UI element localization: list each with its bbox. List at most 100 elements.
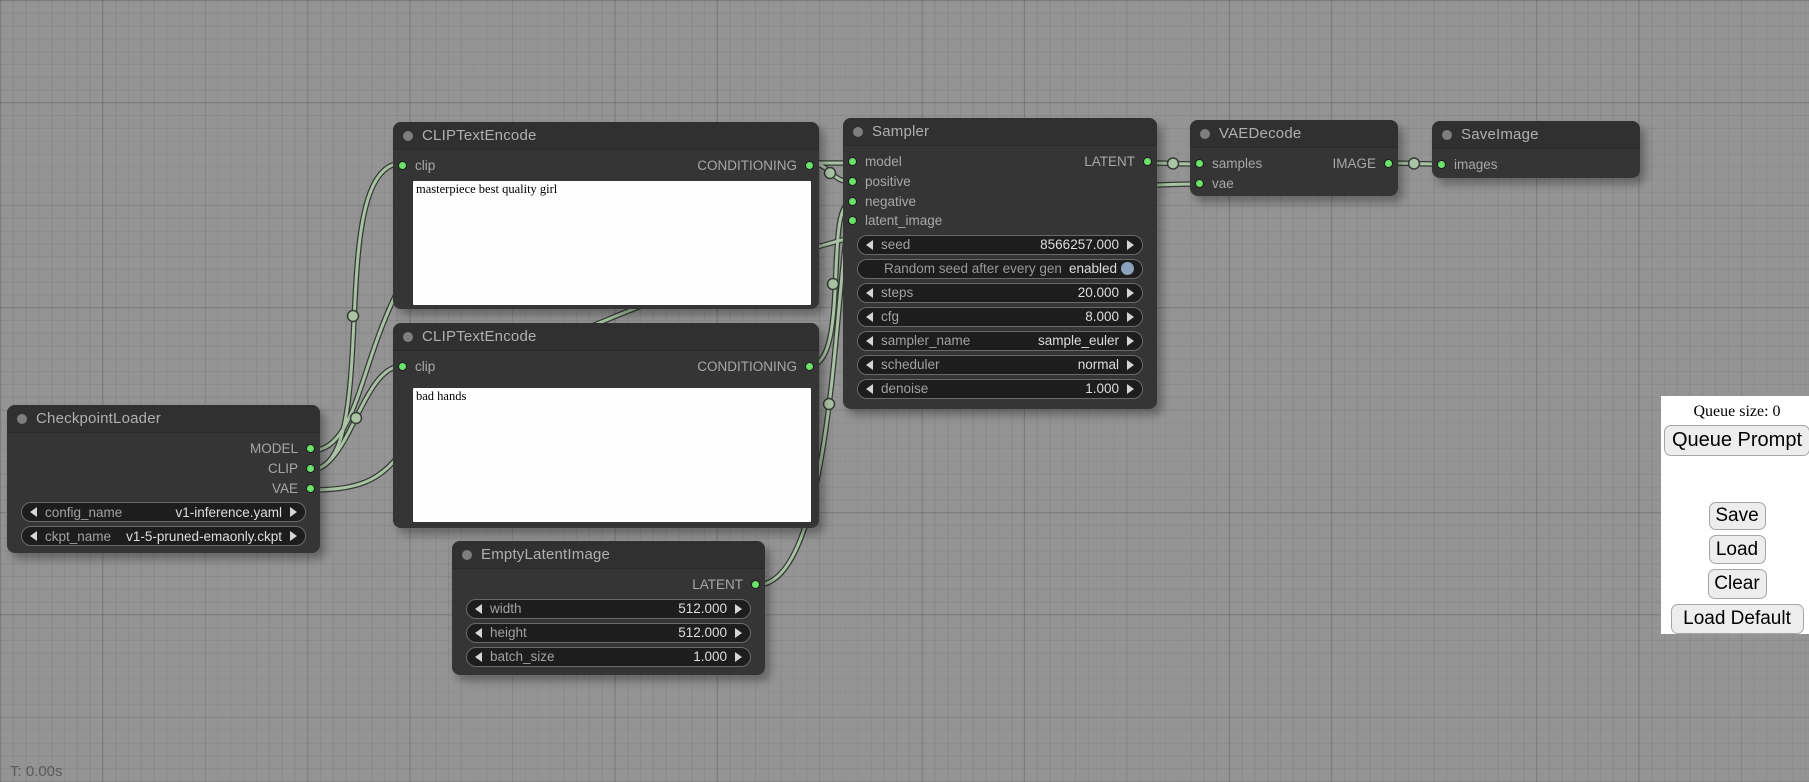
widget-value: 512.000 xyxy=(678,601,727,616)
positive-prompt-textarea[interactable]: masterpiece best quality girl xyxy=(413,181,811,305)
node-sampler-titlebar[interactable]: Sampler xyxy=(843,118,1157,146)
increment-arrow-icon[interactable] xyxy=(1127,288,1134,298)
link-midpoint-dot xyxy=(825,168,836,179)
widget-batch-size[interactable]: batch_size 1.000 xyxy=(466,647,751,667)
input-port-negative[interactable] xyxy=(848,197,857,206)
node-clip-text-encode-positive[interactable]: CLIPTextEncode clip CONDITIONING masterp… xyxy=(393,122,819,309)
node-status-dot[interactable] xyxy=(1200,129,1210,139)
increment-arrow-icon[interactable] xyxy=(1127,360,1134,370)
widget-value: 512.000 xyxy=(678,625,727,640)
node-empty-latent-titlebar[interactable]: EmptyLatentImage xyxy=(452,541,765,569)
widget-label: scheduler xyxy=(881,357,940,372)
node-clip-positive-titlebar[interactable]: CLIPTextEncode xyxy=(393,122,819,150)
output-port-clip[interactable] xyxy=(306,464,315,473)
increment-arrow-icon[interactable] xyxy=(1127,240,1134,250)
node-save-image-titlebar[interactable]: SaveImage xyxy=(1432,121,1640,149)
node-sampler[interactable]: Sampler model LATENT positive negative l… xyxy=(843,118,1157,409)
increment-arrow-icon[interactable] xyxy=(735,604,742,614)
load-button[interactable]: Load xyxy=(1709,535,1766,564)
render-timer-text: T: 0.00s xyxy=(10,763,63,780)
node-status-dot[interactable] xyxy=(853,127,863,137)
output-port-image[interactable] xyxy=(1384,159,1393,168)
input-port-positive[interactable] xyxy=(848,177,857,186)
save-button[interactable]: Save xyxy=(1709,502,1766,530)
input-label: negative xyxy=(865,194,916,209)
link-midpoint-dot xyxy=(1409,158,1420,169)
input-port-latent-image[interactable] xyxy=(848,216,857,225)
decrement-arrow-icon[interactable] xyxy=(866,288,873,298)
input-port-images[interactable] xyxy=(1437,160,1446,169)
clear-button[interactable]: Clear xyxy=(1708,569,1767,599)
widget-scheduler[interactable]: scheduler normal xyxy=(857,355,1143,375)
increment-arrow-icon[interactable] xyxy=(1127,336,1134,346)
node-clip-negative-titlebar[interactable]: CLIPTextEncode xyxy=(393,323,819,351)
output-row: LATENT xyxy=(452,575,765,595)
decrement-arrow-icon[interactable] xyxy=(866,312,873,322)
node-status-dot[interactable] xyxy=(17,414,27,424)
increment-arrow-icon[interactable] xyxy=(1127,312,1134,322)
node-empty-latent-image[interactable]: EmptyLatentImage LATENT width 512.000 he… xyxy=(452,541,765,675)
decrement-arrow-icon[interactable] xyxy=(30,531,37,541)
input-port-samples[interactable] xyxy=(1195,159,1204,168)
increment-arrow-icon[interactable] xyxy=(290,507,297,517)
toggle-dot[interactable] xyxy=(1121,262,1134,275)
widget-cfg[interactable]: cfg 8.000 xyxy=(857,307,1143,327)
link-midpoint-dot xyxy=(824,399,835,410)
input-port-clip[interactable] xyxy=(398,161,407,170)
widget-steps[interactable]: steps 20.000 xyxy=(857,283,1143,303)
slot-row: positive xyxy=(843,172,1157,192)
output-row: CLIP xyxy=(7,459,320,479)
node-status-dot[interactable] xyxy=(403,131,413,141)
node-clip-text-encode-negative[interactable]: CLIPTextEncode clip CONDITIONING bad han… xyxy=(393,323,819,528)
decrement-arrow-icon[interactable] xyxy=(866,384,873,394)
load-default-button[interactable]: Load Default xyxy=(1671,604,1804,634)
widget-denoise[interactable]: denoise 1.000 xyxy=(857,379,1143,399)
output-port-conditioning[interactable] xyxy=(805,362,814,371)
node-vae-decode-titlebar[interactable]: VAEDecode xyxy=(1190,120,1398,148)
increment-arrow-icon[interactable] xyxy=(735,652,742,662)
decrement-arrow-icon[interactable] xyxy=(475,604,482,614)
widget-label: batch_size xyxy=(490,649,555,664)
output-port-vae[interactable] xyxy=(306,484,315,493)
decrement-arrow-icon[interactable] xyxy=(475,652,482,662)
output-port-conditioning[interactable] xyxy=(805,161,814,170)
decrement-arrow-icon[interactable] xyxy=(866,336,873,346)
output-port-latent[interactable] xyxy=(751,580,760,589)
input-port-vae[interactable] xyxy=(1195,179,1204,188)
node-checkpoint-loader-titlebar[interactable]: CheckpointLoader xyxy=(7,405,320,433)
widget-height[interactable]: height 512.000 xyxy=(466,623,751,643)
input-label: vae xyxy=(1212,176,1234,191)
slot-row: model LATENT xyxy=(843,152,1157,172)
increment-arrow-icon[interactable] xyxy=(735,628,742,638)
node-vae-decode[interactable]: VAEDecode samples IMAGE vae xyxy=(1190,120,1398,196)
decrement-arrow-icon[interactable] xyxy=(866,360,873,370)
widget-config-name[interactable]: config_name v1-inference.yaml xyxy=(21,502,306,522)
increment-arrow-icon[interactable] xyxy=(1127,384,1134,394)
node-status-dot[interactable] xyxy=(462,550,472,560)
widget-ckpt-name[interactable]: ckpt_name v1-5-pruned-emaonly.ckpt xyxy=(21,526,306,546)
widget-seed[interactable]: seed 8566257.000 xyxy=(857,235,1143,255)
increment-arrow-icon[interactable] xyxy=(290,531,297,541)
widget-sampler-name[interactable]: sampler_name sample_euler xyxy=(857,331,1143,351)
input-port-clip[interactable] xyxy=(398,362,407,371)
negative-prompt-textarea[interactable]: bad hands xyxy=(413,388,811,522)
widget-label: ckpt_name xyxy=(45,529,111,544)
node-status-dot[interactable] xyxy=(1442,130,1452,140)
widget-width[interactable]: width 512.000 xyxy=(466,599,751,619)
node-checkpoint-loader[interactable]: CheckpointLoader MODEL CLIP VAE config_n… xyxy=(7,405,320,553)
decrement-arrow-icon[interactable] xyxy=(866,240,873,250)
output-port-latent[interactable] xyxy=(1143,157,1152,166)
node-save-image[interactable]: SaveImage images xyxy=(1432,121,1640,178)
node-title: CLIPTextEncode xyxy=(422,127,537,144)
widget-random-seed-toggle[interactable]: Random seed after every gen enabled xyxy=(857,259,1143,279)
comfy-menu-panel[interactable]: Queue size: 0 Queue Prompt Save Load Cle… xyxy=(1661,396,1809,634)
decrement-arrow-icon[interactable] xyxy=(30,507,37,517)
decrement-arrow-icon[interactable] xyxy=(475,628,482,638)
input-label: clip xyxy=(415,158,435,173)
input-label: images xyxy=(1454,157,1498,172)
widget-value: 1.000 xyxy=(693,649,727,664)
node-status-dot[interactable] xyxy=(403,332,413,342)
input-port-model[interactable] xyxy=(848,157,857,166)
output-port-model[interactable] xyxy=(306,444,315,453)
queue-prompt-button[interactable]: Queue Prompt xyxy=(1664,425,1809,456)
